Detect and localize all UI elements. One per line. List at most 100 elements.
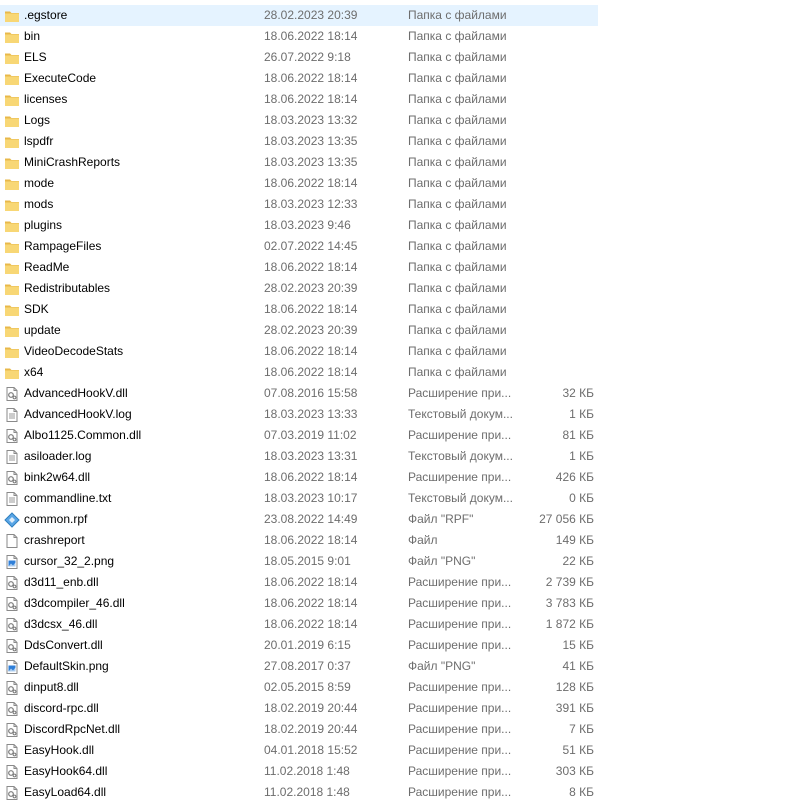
list-item[interactable]: bink2w64.dll 18.06.2022 18:14 Расширение п… [0, 467, 598, 488]
folder-icon [4, 134, 20, 150]
file-name: d3d11_enb.dll [24, 575, 99, 589]
list-item[interactable]: .egstore 28.02.2023 20:39 Папка с файлами [0, 5, 598, 26]
file-type: Папка с файлами [408, 92, 507, 106]
list-item[interactable]: EasyLoad64.dll 11.02.2018 1:48 Расширение … [0, 782, 598, 803]
list-item[interactable]: Albo1125.Common.dll 07.03.2019 11:02 Расши… [0, 425, 598, 446]
file-date-modified: 20.01.2019 6:15 [264, 638, 351, 652]
list-item[interactable]: DdsConvert.dll 20.01.2019 6:15 Расширение … [0, 635, 598, 656]
list-item[interactable]: asiloader.log 18.03.2023 13:31 Текстовый д… [0, 446, 598, 467]
list-item[interactable]: common.rpf 23.08.2022 14:49 Файл "RPF" 27 0… [0, 509, 598, 530]
file-date-modified: 18.05.2015 9:01 [264, 554, 351, 568]
list-item[interactable]: SDK 18.06.2022 18:14 Папка с файлами [0, 299, 598, 320]
file-type: Папка с файлами [408, 323, 507, 337]
file-size: 3 783 КБ [545, 596, 594, 610]
file-type: Расширение при... [408, 701, 512, 715]
file-name: DefaultSkin.png [24, 659, 109, 673]
file-date-modified: 11.02.2018 1:48 [264, 785, 350, 799]
file-name: .egstore [24, 8, 68, 22]
file-size [520, 68, 594, 89]
list-item[interactable]: Redistributables 28.02.2023 20:39 Папка с … [0, 278, 598, 299]
file-list: .egstore 28.02.2023 20:39 Папка с файлами b… [0, 5, 598, 803]
list-item[interactable]: plugins 18.03.2023 9:46 Папка с файлами [0, 215, 598, 236]
file-name: bin [24, 29, 41, 43]
file-type: Папка с файлами [408, 260, 507, 274]
file-type: Файл "PNG" [408, 659, 476, 673]
list-item[interactable]: licenses 18.06.2022 18:14 Папка с файлами [0, 89, 598, 110]
list-item[interactable]: discord-rpc.dll 18.02.2019 20:44 Расширени… [0, 698, 598, 719]
file-date-modified: 07.08.2016 15:58 [264, 386, 358, 400]
file-date-modified: 28.02.2023 20:39 [264, 8, 358, 22]
file-type: Папка с файлами [408, 29, 507, 43]
file-size: 0 КБ [569, 491, 594, 505]
list-item[interactable]: d3d11_enb.dll 18.06.2022 18:14 Расширение … [0, 572, 598, 593]
list-item[interactable]: mods 18.03.2023 12:33 Папка с файлами [0, 194, 598, 215]
dll-file-icon [4, 596, 20, 612]
list-item[interactable]: update 28.02.2023 20:39 Папка с файлами [0, 320, 598, 341]
list-item[interactable]: d3dcsx_46.dll 18.06.2022 18:14 Расширение … [0, 614, 598, 635]
file-type: Папка с файлами [408, 71, 507, 85]
file-type: Папка с файлами [408, 365, 507, 379]
file-size: 149 КБ [555, 533, 594, 547]
list-item[interactable]: AdvancedHookV.dll 07.08.2016 15:58 Расшире… [0, 383, 598, 404]
file-size: 41 КБ [562, 659, 594, 673]
list-item[interactable]: lspdfr 18.03.2023 13:35 Папка с файлами [0, 131, 598, 152]
list-item[interactable]: x64 18.06.2022 18:14 Папка с файлами [0, 362, 598, 383]
file-date-modified: 02.05.2015 8:59 [264, 680, 351, 694]
list-item[interactable]: ELS 26.07.2022 9:18 Папка с файлами [0, 47, 598, 68]
list-item[interactable]: d3dcompiler_46.dll 18.06.2022 18:14 Расшир… [0, 593, 598, 614]
list-item[interactable]: bin 18.06.2022 18:14 Папка с файлами [0, 26, 598, 47]
file-size: 303 КБ [555, 764, 594, 778]
file-size: 32 КБ [562, 386, 594, 400]
list-item[interactable]: dinput8.dll 02.05.2015 8:59 Расширение при… [0, 677, 598, 698]
list-item[interactable]: ExecuteCode 18.06.2022 18:14 Папка с файла… [0, 68, 598, 89]
file-date-modified: 11.02.2018 1:48 [264, 764, 350, 778]
list-item[interactable]: EasyHook64.dll 11.02.2018 1:48 Расширение … [0, 761, 598, 782]
folder-icon [4, 323, 20, 339]
file-type: Папка с файлами [408, 344, 507, 358]
list-item[interactable]: RampageFiles 02.07.2022 14:45 Папка с файл… [0, 236, 598, 257]
file-name: discord-rpc.dll [24, 701, 99, 715]
list-item[interactable]: mode 18.06.2022 18:14 Папка с файлами [0, 173, 598, 194]
file-name: Redistributables [24, 281, 111, 295]
file-name: common.rpf [24, 512, 88, 526]
list-item[interactable]: crashreport 18.06.2022 18:14 Файл 149 КБ [0, 530, 598, 551]
folder-icon [4, 50, 20, 66]
file-name: EasyHook.dll [24, 743, 95, 757]
file-size: 128 КБ [555, 680, 594, 694]
list-item[interactable]: AdvancedHookV.log 18.03.2023 13:33 Текстов… [0, 404, 598, 425]
folder-icon [4, 176, 20, 192]
text-file-icon [4, 407, 20, 423]
rpf-file-icon [4, 512, 20, 528]
file-size [520, 362, 594, 383]
file-size: 1 КБ [569, 449, 594, 463]
list-item[interactable]: commandline.txt 18.03.2023 10:17 Текстовый… [0, 488, 598, 509]
file-date-modified: 18.03.2023 13:31 [264, 449, 358, 463]
file-date-modified: 18.06.2022 18:14 [264, 344, 358, 358]
folder-icon [4, 260, 20, 276]
list-item[interactable]: MiniCrashReports 18.03.2023 13:35 Папка с … [0, 152, 598, 173]
file-name: AdvancedHookV.log [24, 407, 132, 421]
file-type: Папка с файлами [408, 197, 507, 211]
list-item[interactable]: Logs 18.03.2023 13:32 Папка с файлами [0, 110, 598, 131]
list-item[interactable]: cursor_32_2.png 18.05.2015 9:01 Файл "PNG"… [0, 551, 598, 572]
list-item[interactable]: VideoDecodeStats 18.06.2022 18:14 Папка с … [0, 341, 598, 362]
list-item[interactable]: EasyHook.dll 04.01.2018 15:52 Расширение п… [0, 740, 598, 761]
file-date-modified: 26.07.2022 9:18 [264, 50, 351, 64]
dll-file-icon [4, 701, 20, 717]
file-type: Папка с файлами [408, 113, 507, 127]
file-date-modified: 18.06.2022 18:14 [264, 617, 358, 631]
file-size: 27 056 КБ [539, 512, 594, 526]
list-item[interactable]: DiscordRpcNet.dll 18.02.2019 20:44 Расшире… [0, 719, 598, 740]
file-date-modified: 02.07.2022 14:45 [264, 239, 358, 253]
list-item[interactable]: ReadMe 18.06.2022 18:14 Папка с файлами [0, 257, 598, 278]
list-item[interactable]: DefaultSkin.png 27.08.2017 0:37 Файл "PNG"… [0, 656, 598, 677]
file-size [520, 299, 594, 320]
file-name: d3dcsx_46.dll [24, 617, 98, 631]
folder-icon [4, 197, 20, 213]
file-size [520, 131, 594, 152]
file-name: ELS [24, 50, 47, 64]
file-name: EasyHook64.dll [24, 764, 108, 778]
image-file-icon [4, 659, 20, 675]
file-date-modified: 28.02.2023 20:39 [264, 323, 358, 337]
file-date-modified: 18.06.2022 18:14 [264, 302, 358, 316]
